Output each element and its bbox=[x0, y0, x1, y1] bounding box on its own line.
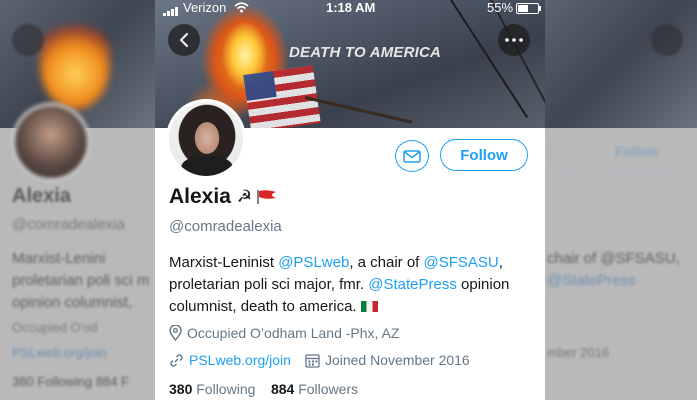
link-icon bbox=[170, 353, 183, 367]
profile-name: Alexia bbox=[169, 185, 231, 208]
mail-icon bbox=[403, 149, 421, 163]
background-back-button bbox=[12, 24, 44, 56]
status-time: 1:18 AM bbox=[326, 0, 376, 15]
followers-count: 884 bbox=[270, 381, 295, 397]
banner-caption: DEATH TO AMERICA bbox=[289, 44, 442, 61]
background-location: Occupied O'od bbox=[12, 320, 98, 335]
website-joined-row: PSLweb.org/join Joined November 2016 bbox=[169, 352, 470, 368]
follow-button[interactable]: Follow bbox=[440, 139, 528, 171]
wire-line bbox=[450, 0, 529, 118]
back-arrow-icon bbox=[180, 33, 188, 47]
background-blur-right: Follow chair of @SFSASU, @StatePress mbe… bbox=[545, 0, 697, 400]
battery-icon bbox=[516, 3, 542, 15]
status-bar: Verizon 1:18 AM 55% bbox=[155, 0, 545, 17]
bio-mention-link[interactable]: @PSLweb bbox=[278, 254, 349, 271]
following-count: 380 bbox=[169, 381, 193, 397]
red-flag-icon bbox=[257, 190, 277, 204]
back-button[interactable] bbox=[168, 24, 200, 56]
background-joined: mber 2016 bbox=[547, 345, 610, 360]
location-pin-icon bbox=[169, 325, 182, 341]
background-follow-label: Follow bbox=[615, 143, 660, 159]
mexico-flag-icon bbox=[360, 301, 378, 312]
background-handle: @comradealexia bbox=[12, 216, 125, 233]
following-label: Following bbox=[196, 381, 256, 397]
bio-text: Marxist-Leninist bbox=[169, 254, 279, 271]
followers-label: Followers bbox=[298, 381, 359, 397]
more-options-button[interactable] bbox=[498, 24, 530, 56]
background-mail-button bbox=[549, 135, 591, 173]
background-bio-line: proletarian poli sci m bbox=[12, 272, 150, 289]
background-banner bbox=[0, 0, 155, 128]
background-blur-left: Alexia @comradealexia Marxist-Lenini pro… bbox=[0, 0, 155, 400]
background-website: PSLweb.org/join bbox=[12, 345, 107, 360]
background-name: Alexia bbox=[12, 185, 71, 207]
profile-screen: DEATH TO AMERICA Verizon 1:18 AM 55% Fol… bbox=[155, 0, 545, 400]
background-avatar bbox=[12, 103, 90, 181]
carrier-label: Verizon bbox=[183, 0, 227, 15]
background-bio-line: @StatePress bbox=[547, 272, 636, 289]
calendar-icon bbox=[305, 353, 320, 368]
background-counts: 380 Following 884 F bbox=[12, 374, 130, 389]
more-icon bbox=[505, 38, 523, 42]
bio-mention-link[interactable]: @SFSASU bbox=[424, 254, 499, 271]
battery-percent: 55% bbox=[487, 0, 514, 15]
follow-counts: 380 Following 884 Followers bbox=[169, 381, 358, 397]
carrier-group: Verizon bbox=[163, 0, 249, 17]
background-bio-line: opinion columnist, bbox=[12, 294, 133, 311]
avatar[interactable] bbox=[166, 99, 246, 179]
bio-mention-link[interactable]: @StatePress bbox=[368, 276, 457, 293]
hammer-sickle-emoji: ☭ bbox=[236, 187, 253, 206]
background-bio-line: Marxist-Lenini bbox=[12, 250, 106, 267]
website-link[interactable]: PSLweb.org/join bbox=[189, 352, 291, 368]
location-row: Occupied O’odham Land -Phx, AZ bbox=[169, 325, 399, 341]
message-button[interactable] bbox=[395, 140, 429, 172]
background-bio-line: chair of @SFSASU, bbox=[547, 250, 680, 267]
followers-link[interactable]: 884 Followers bbox=[271, 381, 358, 397]
following-link[interactable]: 380 Following bbox=[169, 381, 255, 397]
profile-bio: Marxist-Leninist @PSLweb, a chair of @SF… bbox=[169, 252, 539, 318]
background-banner bbox=[545, 0, 697, 128]
background-more-button bbox=[651, 24, 683, 56]
profile-handle: @comradealexia bbox=[169, 218, 282, 235]
flag-pole bbox=[304, 96, 413, 124]
battery-group: 55% bbox=[487, 0, 542, 15]
signal-icon bbox=[163, 1, 179, 17]
location-text: Occupied O’odham Land -Phx, AZ bbox=[187, 325, 400, 341]
bio-text: , a chair of bbox=[349, 254, 424, 271]
joined-date: Joined November 2016 bbox=[324, 352, 470, 368]
wifi-icon bbox=[234, 2, 249, 13]
profile-name-row: Alexia ☭ bbox=[169, 185, 278, 209]
